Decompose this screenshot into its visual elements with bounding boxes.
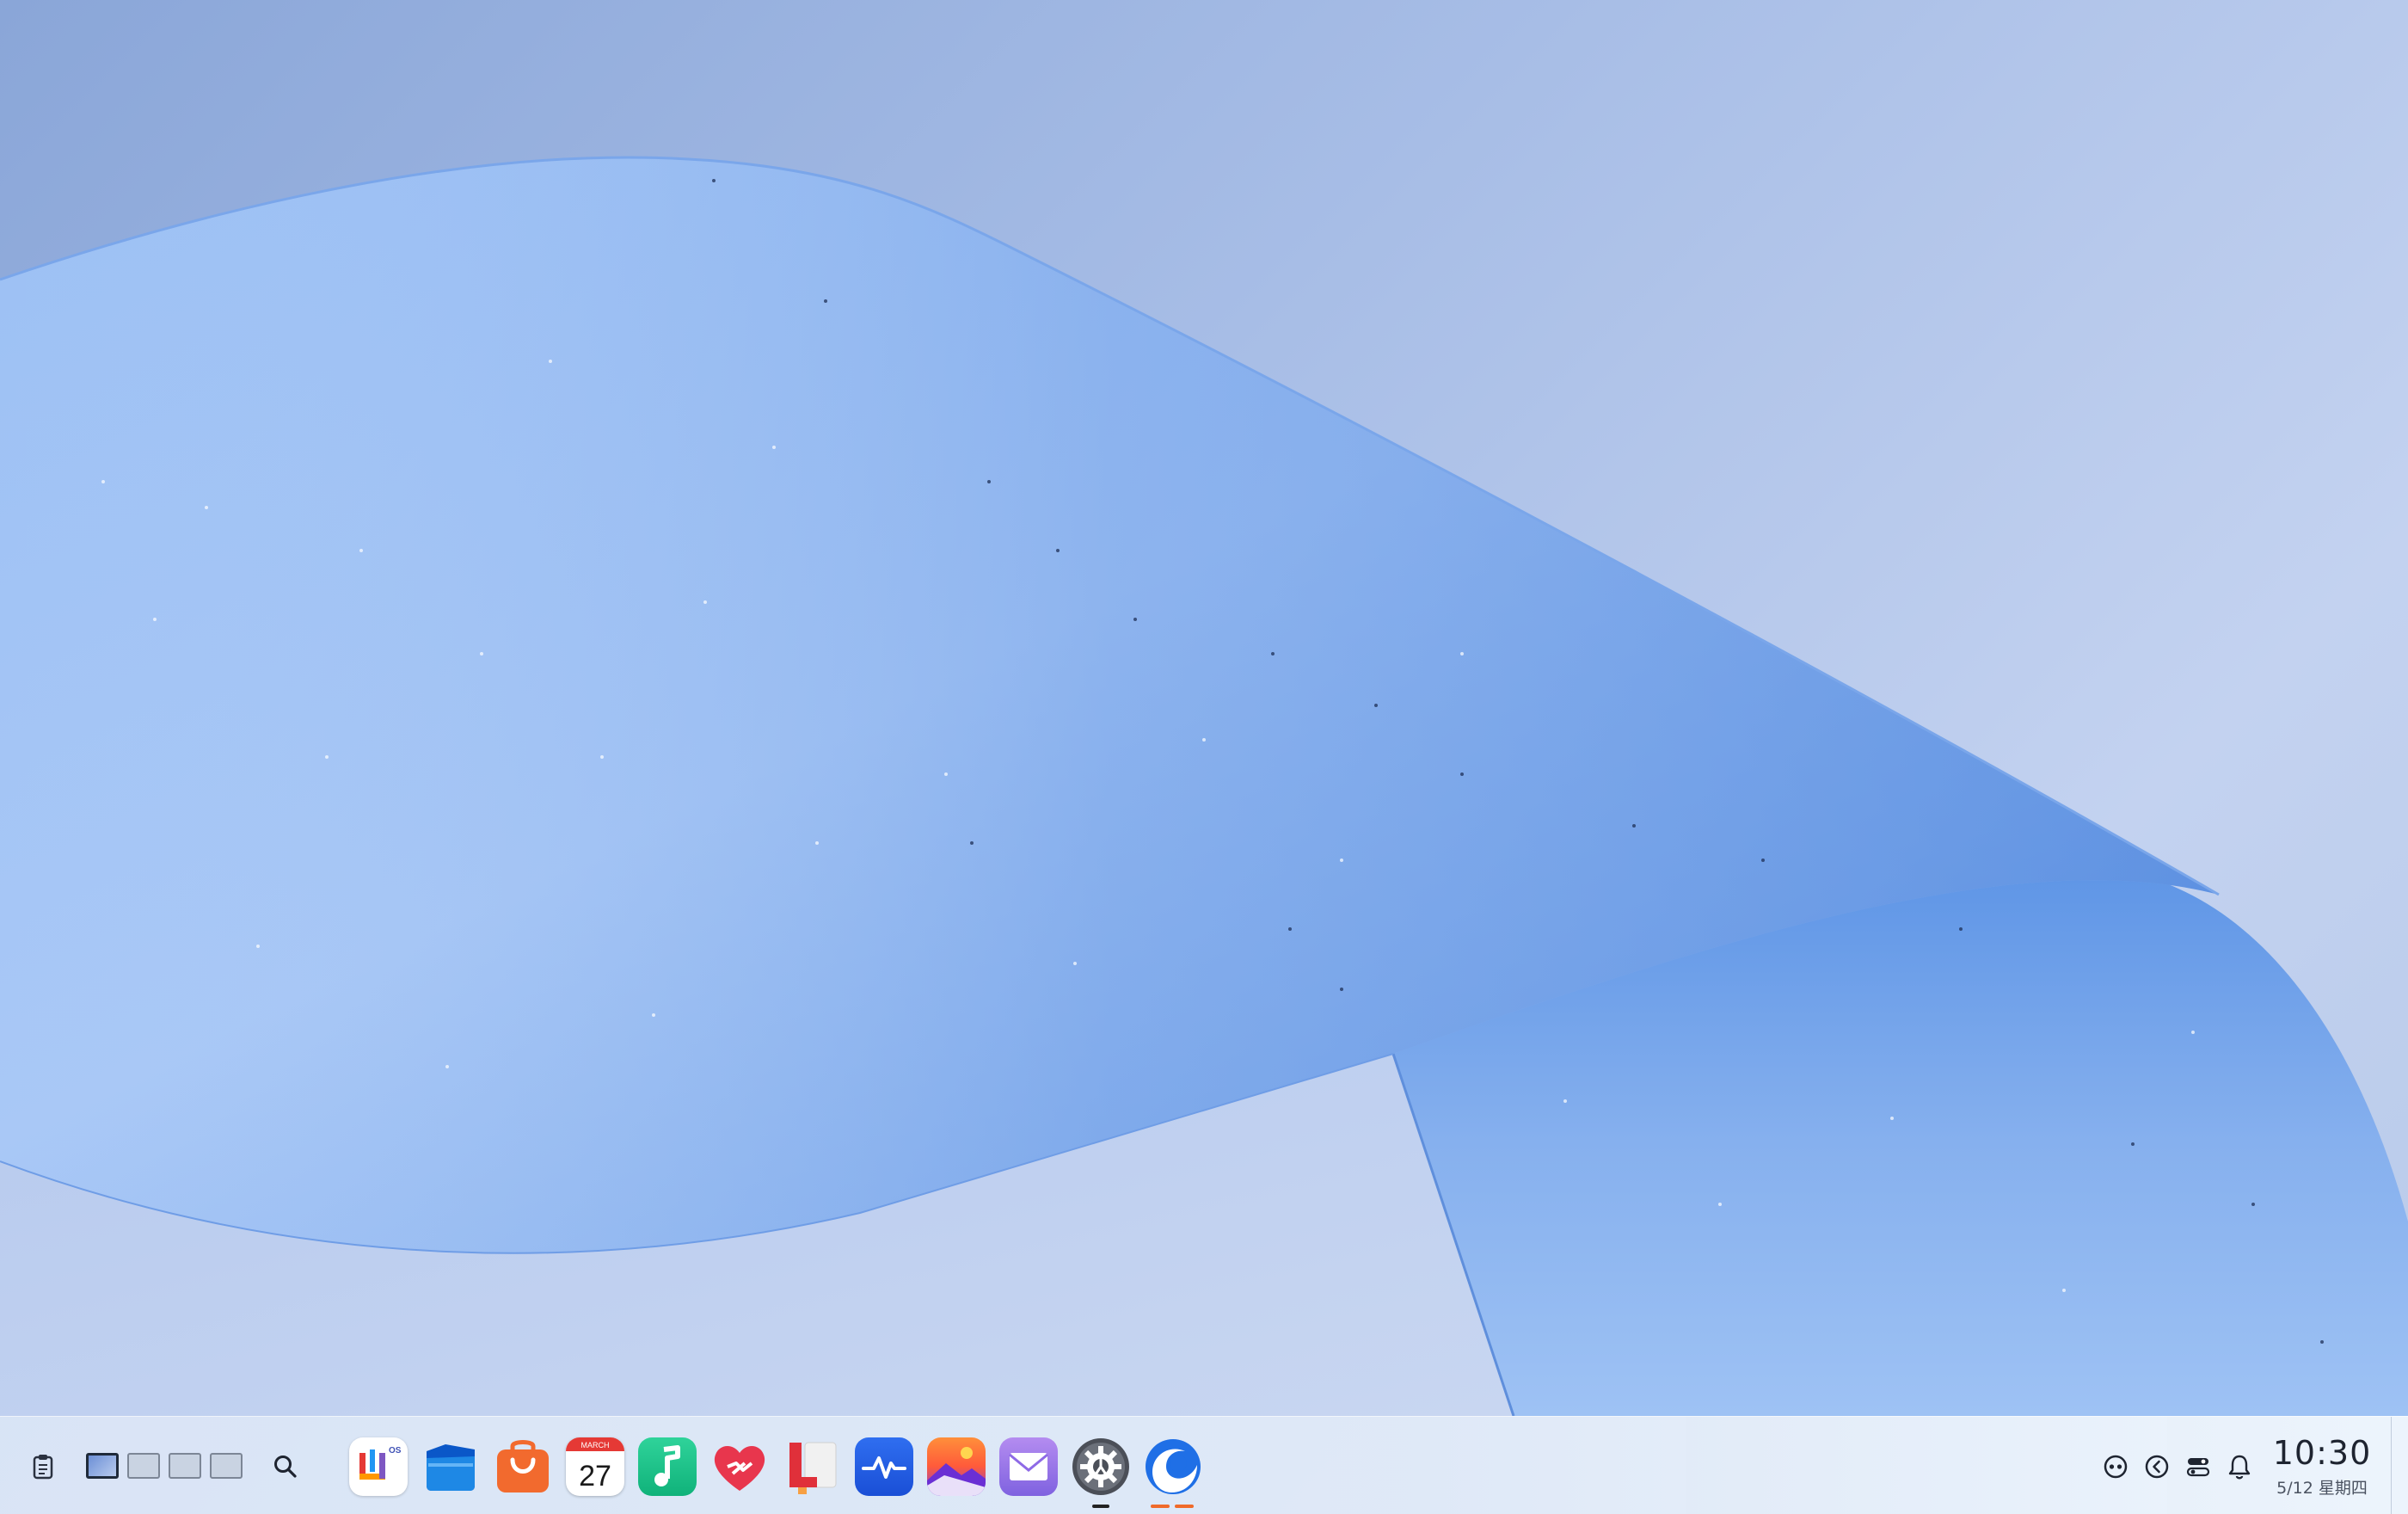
taskbar: OS MARCH 27 10:30 5/12 星期四 bbox=[0, 1416, 2408, 1514]
calendar-icon[interactable]: MARCH 27 bbox=[566, 1437, 624, 1496]
show-desktop-button[interactable] bbox=[2391, 1417, 2408, 1514]
uos-app-store-icon[interactable]: OS bbox=[349, 1437, 408, 1496]
photos-icon[interactable] bbox=[927, 1437, 986, 1496]
bell-icon bbox=[2228, 1455, 2251, 1480]
svg-text:OS: OS bbox=[389, 1446, 402, 1456]
music-icon[interactable] bbox=[638, 1437, 697, 1496]
workspace-2[interactable] bbox=[127, 1453, 160, 1479]
calendar-day: 27 bbox=[579, 1460, 611, 1492]
clipboard-icon bbox=[33, 1455, 53, 1480]
chevron-left-circle-icon bbox=[2145, 1455, 2169, 1479]
health-heart-icon[interactable] bbox=[710, 1437, 769, 1496]
shopping-bag-icon[interactable] bbox=[494, 1437, 552, 1496]
mail-icon[interactable] bbox=[999, 1437, 1058, 1496]
browser-running-indicator-1 bbox=[1151, 1505, 1170, 1508]
clock-time[interactable]: 10:30 bbox=[2270, 1434, 2374, 1472]
clipboard-button[interactable] bbox=[26, 1449, 60, 1484]
system-monitor-icon[interactable] bbox=[855, 1437, 913, 1496]
settings-icon[interactable] bbox=[1072, 1437, 1130, 1496]
desktop: OS MARCH 27 10:30 5/12 星期四 bbox=[0, 0, 2408, 1514]
wallpaper bbox=[0, 156, 2408, 1417]
settings-running-indicator bbox=[1092, 1505, 1109, 1508]
tray-notifications-button[interactable] bbox=[2222, 1449, 2257, 1484]
browser-icon[interactable] bbox=[1144, 1437, 1202, 1496]
browser-running-indicator-2 bbox=[1175, 1505, 1194, 1508]
workspace-3[interactable] bbox=[169, 1453, 201, 1479]
search-icon bbox=[274, 1456, 297, 1478]
file-manager-icon[interactable] bbox=[421, 1437, 480, 1496]
assistant-face-icon bbox=[2104, 1455, 2128, 1479]
search-button[interactable] bbox=[268, 1449, 303, 1484]
workspace-4[interactable] bbox=[210, 1453, 243, 1479]
toggle-switches-icon bbox=[2186, 1458, 2210, 1477]
tray-assistant-button[interactable] bbox=[2098, 1449, 2133, 1484]
calendar-month: MARCH bbox=[581, 1441, 610, 1449]
reader-icon[interactable] bbox=[783, 1437, 841, 1496]
tray-control-center-button[interactable] bbox=[2181, 1449, 2215, 1484]
workspace-1[interactable] bbox=[86, 1453, 119, 1479]
clock-date[interactable]: 5/12 星期四 bbox=[2262, 1475, 2382, 1499]
tray-collapse-button[interactable] bbox=[2140, 1449, 2174, 1484]
